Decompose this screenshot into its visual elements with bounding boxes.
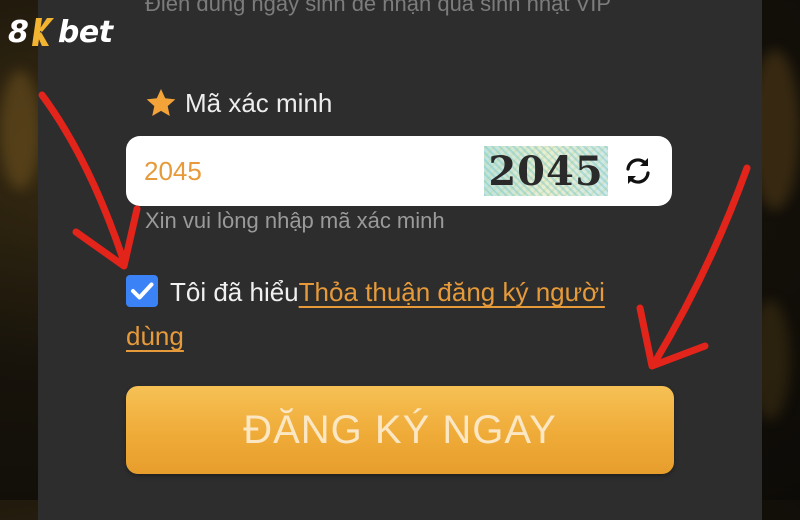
agreement-text: Tôi đã hiểu [170, 277, 299, 307]
background-glow [0, 70, 40, 190]
star-icon [146, 89, 176, 116]
logo-wordmark: bet [57, 14, 113, 50]
refresh-captcha-button[interactable] [620, 153, 656, 189]
agreement-checkbox[interactable] [126, 275, 158, 307]
check-icon [131, 282, 154, 300]
agreement-row: Tôi đã hiểuThỏa thuận đăng ký người dùng [126, 270, 626, 358]
captcha-input[interactable] [144, 150, 474, 192]
birthday-note: Điền đúng ngày sinh để nhận quà sinh nhậ… [145, 0, 612, 16]
refresh-icon [626, 158, 650, 184]
verification-label-text: Mã xác minh [185, 87, 333, 118]
register-now-button[interactable]: ĐĂNG KÝ NGAY [126, 386, 674, 474]
brand-logo: 8 bet [8, 12, 113, 52]
logo-k-icon [31, 18, 54, 46]
captcha-code: 2045 [488, 147, 604, 195]
captcha-image: 2045 [484, 146, 608, 196]
logo-eight: 8 [8, 14, 29, 50]
captcha-field: 2045 [126, 136, 672, 206]
captcha-hint: Xin vui lòng nhập mã xác minh [145, 208, 445, 233]
verification-label: Mã xác minh [145, 86, 332, 120]
